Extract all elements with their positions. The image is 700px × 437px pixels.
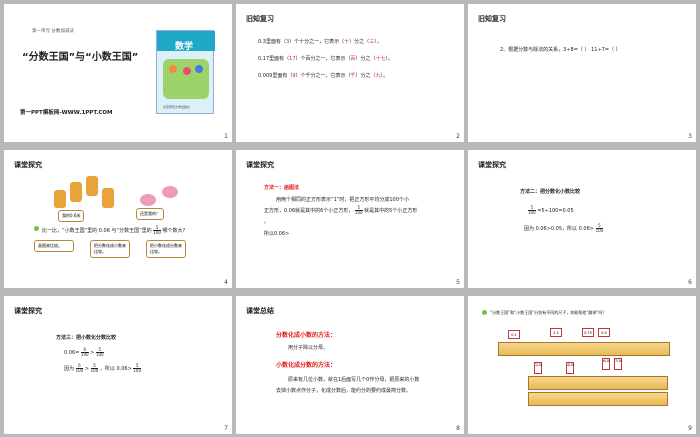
method-heading: 方法一：画图法 <box>264 185 300 191</box>
decimal-ruler <box>498 342 670 356</box>
slide-8-thumbnail[interactable]: 课堂总结 分数化成小数的方法： 用分子除以分母。 小数化成分数的方法： 原来有几… <box>236 296 464 434</box>
fraction-ruler-top <box>528 376 668 390</box>
book-title: 数学 <box>175 42 194 52</box>
summary-heading-1: 分数化成小数的方法： <box>276 332 337 339</box>
method-line-1: 0.06= 6 100 > 5 100 <box>64 347 104 357</box>
slide-number: 9 <box>688 425 692 432</box>
top-label-1: 0.1 <box>508 330 520 339</box>
slide-2-thumbnail[interactable]: 旧知复习 0.3里面有（3）个十分之一，它表示（十）分之（三）。 0.17里面有… <box>236 4 464 142</box>
summary-body-2: 原来有几位小数，就在1后面写几个0作分母，把原来的小数 <box>288 377 420 383</box>
slide-number: 5 <box>456 279 460 286</box>
sign-left: 我的0.6米 <box>58 210 85 222</box>
option-draw: 画图来比较。 <box>34 240 74 252</box>
decimal-ruler-bottom <box>528 392 668 406</box>
slide-title: 课堂探究 <box>478 161 506 169</box>
method-text-1: 用两个相同的正方形表示“1”时，把正方形平均分成100个小 <box>276 197 409 203</box>
footer-text: 第一PPT模板网-WWW.1PPT.COM <box>20 110 113 116</box>
method-line-2: 因为 0.06>0.05，所以 0.06> 5 100 <box>524 223 604 233</box>
top-label-3: 0.75 <box>582 328 594 337</box>
slide-6-thumbnail[interactable]: 课堂探究 方法二：把分数化小数比较 5 100 =5÷100=0.05 因为 0.… <box>468 150 696 288</box>
method-line-2: 因为 6 100 > 5 100 ，所以 0.06> 5 100 <box>64 363 142 373</box>
summary-body-3: 去掉小数点作分子，化成分数后，能约分的要约成最简分数。 <box>276 388 412 394</box>
slide-1-thumbnail[interactable]: 第一单元 分数加减法 “分数王国”与“小数王国” 第一PPT模板网-WWW.1P… <box>4 4 232 142</box>
slide-number: 8 <box>456 425 460 432</box>
slide-number: 2 <box>456 133 460 140</box>
method-heading: 方法二：把分数化小数比较 <box>520 189 581 195</box>
slide-title: 课堂探究 <box>14 161 42 169</box>
slide-title: “分数王国”与“小数王国” <box>22 52 139 63</box>
method-text-2: 正方形，0.06就是其中的6个小正方形， 5 100 就是其中的5个小正方形 <box>264 205 418 215</box>
slide-number: 4 <box>224 279 228 286</box>
method-heading: 方法三：把小数化分数比较 <box>56 335 117 341</box>
bottom-label-2: 4/10 <box>566 362 574 374</box>
slide-number: 3 <box>688 133 692 140</box>
review-line-1: 0.3里面有（3）个十分之一，它表示（十）分之（三）。 <box>258 39 382 45</box>
slide-title: 课堂探究 <box>246 161 274 169</box>
summary-body-1: 用分子除以分母。 <box>288 345 329 351</box>
slide-title: 课堂总结 <box>246 307 274 315</box>
review-question: 2、根据分数与除法的关系，3÷8=（ ） 11÷7=（ ） <box>500 47 621 53</box>
ruler-question: “分数王国”和“小数王国”分别有不同的尺子，你能帮他“翻译”吗？ <box>490 310 607 315</box>
slide-7-thumbnail[interactable]: 课堂探究 方法三：把小数化分数比较 0.06= 6 100 > 5 100 因为 6… <box>4 296 232 434</box>
slide-5-thumbnail[interactable]: 课堂探究 方法一：画图法 用两个相同的正方形表示“1”时，把正方形平均分成100… <box>236 150 464 288</box>
textbook-cover: 数学 北京师范大学出版社 <box>156 30 215 114</box>
slide-title: 课堂探究 <box>14 307 42 315</box>
sign-right: 还是我的！ <box>136 208 164 220</box>
bottom-label-1: 1/10 <box>534 362 542 374</box>
slide-9-thumbnail[interactable]: “分数王国”和“小数王国”分别有不同的尺子，你能帮他“翻译”吗？ 0.1 2.5… <box>468 296 696 434</box>
bottom-label-3: 6/10 <box>602 358 610 370</box>
slide-number: 7 <box>224 425 228 432</box>
method-conclusion: 所以0.06> <box>264 231 290 237</box>
option-frac-to-dec: 把分数化成小数来比较。 <box>90 240 130 258</box>
top-label-2: 2.5 <box>550 328 562 337</box>
summary-heading-2: 小数化成分数的方法： <box>276 362 337 369</box>
slide-title: 旧知复习 <box>478 15 506 23</box>
slide-4-thumbnail[interactable]: 课堂探究 我的0.6米 还是我的！ 比一比，“小数王国”里的 0.06 与“分数… <box>4 150 232 288</box>
top-label-4: 0.9 <box>598 328 610 337</box>
publisher: 北京师范大学出版社 <box>163 105 191 109</box>
bullet-icon <box>482 310 487 315</box>
method-text-3: 。 <box>264 219 270 225</box>
slide-number: 6 <box>688 279 692 286</box>
review-line-3: 0.009里面有（9）个千分之一，它表示（千）分之（九）。 <box>258 73 389 79</box>
slide-grid: 第一单元 分数加减法 “分数王国”与“小数王国” 第一PPT模板网-WWW.1P… <box>0 0 700 437</box>
option-dec-to-frac: 把小数化成分数来比较。 <box>146 240 186 258</box>
slide-title: 旧知复习 <box>246 15 274 23</box>
bottom-label-4: 7/10 <box>614 358 622 370</box>
method-line-1: 5 100 =5÷100=0.05 <box>528 205 574 215</box>
compare-question: 比一比，“小数王国”里的 0.06 与“分数王国”里的 5 100 哪个数大? <box>42 225 186 235</box>
slide-3-thumbnail[interactable]: 旧知复习 2、根据分数与除法的关系，3÷8=（ ） 11÷7=（ ） 3 <box>468 4 696 142</box>
slide-number: 1 <box>224 133 228 140</box>
bullet-icon <box>34 226 39 231</box>
review-line-2: 0.17里面有（17）个百分之一，它表示（百）分之（十七）。 <box>258 56 394 62</box>
unit-label: 第一单元 分数加减法 <box>32 29 74 34</box>
